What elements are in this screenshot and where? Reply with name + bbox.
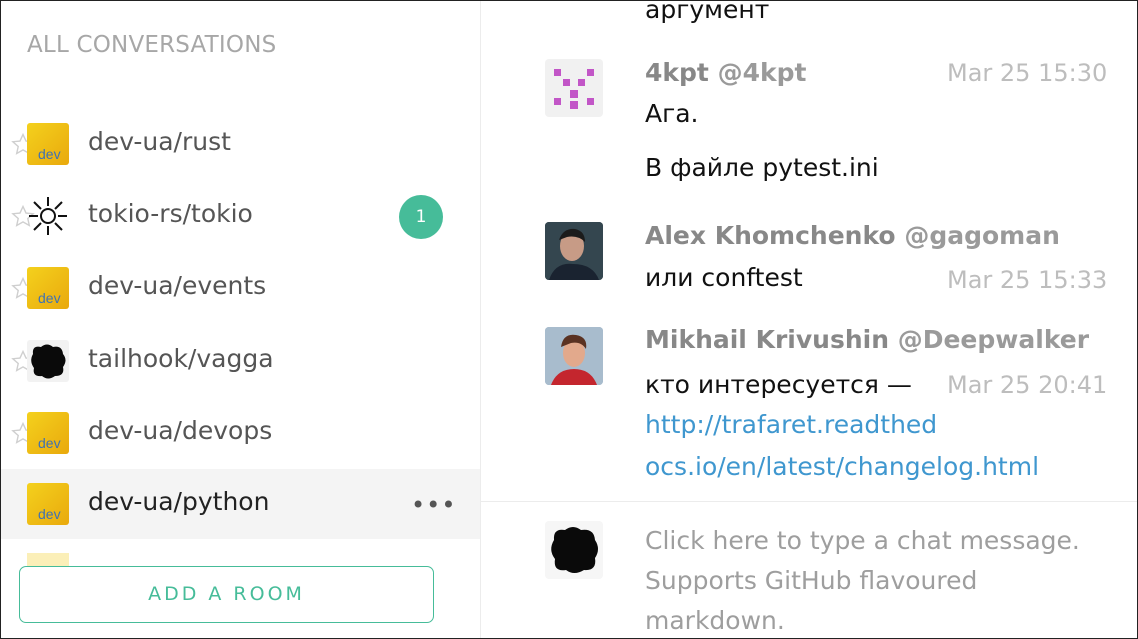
- message-text: В файле pytest.ini: [645, 153, 879, 182]
- user-avatar[interactable]: [545, 59, 603, 117]
- room-avatar: dev: [27, 267, 69, 309]
- message-timestamp[interactable]: Mar 25 15:30: [947, 59, 1107, 87]
- chat-message-input[interactable]: Click here to type a chat message. Suppo…: [645, 521, 1105, 638]
- chat-panel: аргумент 4kpt @4kpt Mar 25 15:30 Ага. В …: [481, 1, 1137, 638]
- message-timestamp[interactable]: Mar 25 15:33: [947, 266, 1107, 294]
- user-avatar[interactable]: [545, 222, 603, 280]
- message-link[interactable]: ocs.io/en/latest/changelog.html: [645, 452, 1039, 481]
- user-avatar[interactable]: [545, 327, 603, 385]
- current-user-avatar: [545, 521, 603, 579]
- room-name: dev-ua/rust: [88, 127, 231, 156]
- room-name: tailhook/vagga: [88, 344, 274, 373]
- message-timestamp[interactable]: Mar 25 20:41: [947, 371, 1107, 399]
- room-item-dev-ua-devops[interactable]: dev dev-ua/devops: [1, 398, 480, 468]
- message-text: аргумент: [645, 0, 770, 24]
- app-window: ALL CONVERSATIONS dev dev-ua/rust tokio-…: [0, 0, 1138, 639]
- room-avatar: dev: [27, 483, 69, 525]
- more-icon[interactable]: •••: [411, 491, 456, 519]
- sun-icon: [27, 195, 69, 237]
- room-name: dev-ua/python: [88, 487, 270, 516]
- message-link[interactable]: http://trafaret.readthed: [645, 410, 937, 439]
- room-name: tokio-rs/tokio: [88, 199, 253, 228]
- room-item-tokio-rs-tokio[interactable]: tokio-rs/tokio 1: [1, 181, 480, 251]
- room-item-dev-ua-events[interactable]: dev dev-ua/events: [1, 253, 480, 323]
- blob-avatar: [27, 340, 69, 382]
- message-text: или conftest: [645, 263, 803, 292]
- message-author[interactable]: Mikhail Krivushin @Deepwalker: [645, 325, 1089, 354]
- composer-divider: [481, 501, 1137, 502]
- unread-badge: 1: [399, 195, 443, 239]
- room-item-dev-ua-rust[interactable]: dev dev-ua/rust: [1, 109, 480, 179]
- add-room-button[interactable]: ADD A ROOM: [19, 566, 434, 623]
- message-text: Ага.: [645, 99, 699, 128]
- room-name: dev-ua/devops: [88, 416, 273, 445]
- sidebar: ALL CONVERSATIONS dev dev-ua/rust tokio-…: [1, 1, 481, 638]
- sidebar-heading: ALL CONVERSATIONS: [27, 32, 277, 58]
- room-name: dev-ua/events: [88, 271, 267, 300]
- room-avatar: dev: [27, 412, 69, 454]
- room-item-dev-ua-python[interactable]: dev dev-ua/python •••: [1, 469, 480, 539]
- message-text: кто интересуется —: [645, 370, 912, 399]
- message-author[interactable]: 4kpt @4kpt: [645, 58, 806, 87]
- message-author[interactable]: Alex Khomchenko @gagoman: [645, 221, 1060, 250]
- room-avatar: dev: [27, 123, 69, 165]
- room-item-tailhook-vagga[interactable]: tailhook/vagga: [1, 326, 480, 396]
